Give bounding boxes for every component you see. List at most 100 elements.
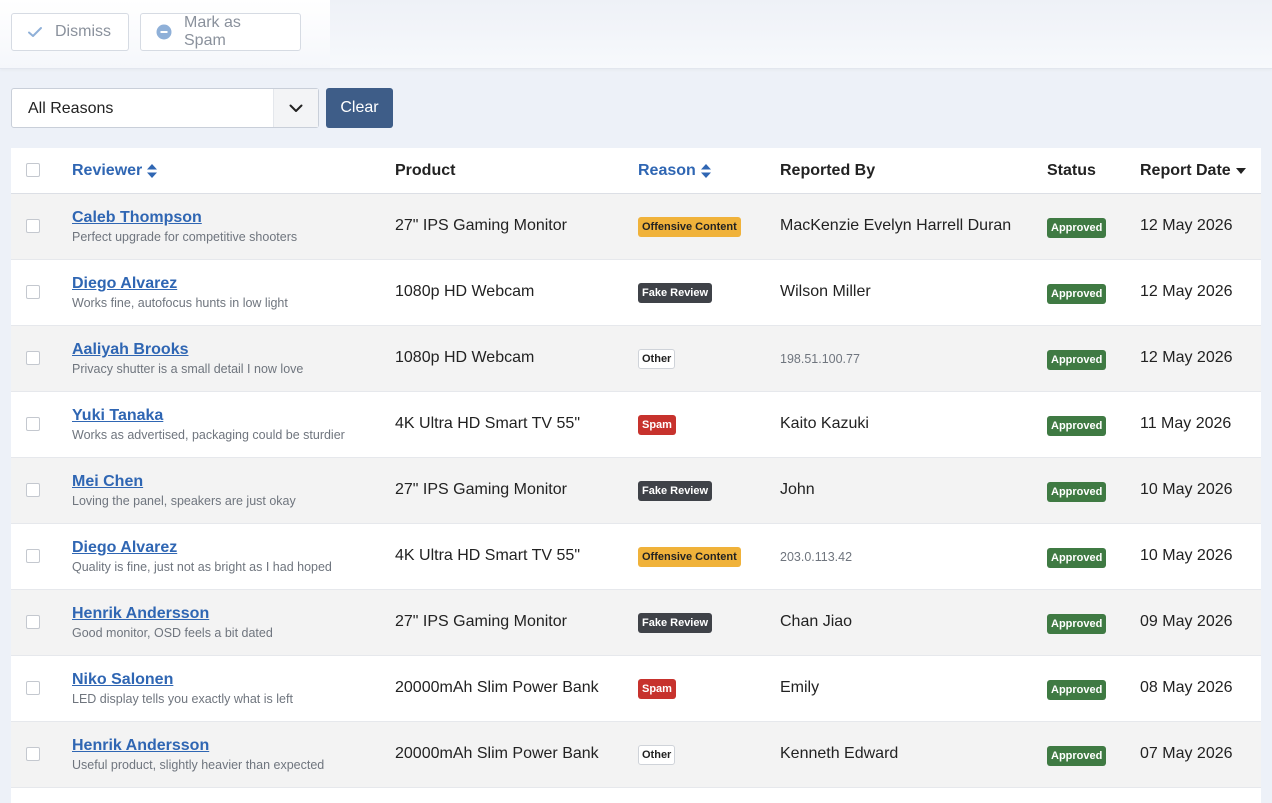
row-checkbox[interactable] xyxy=(26,549,40,563)
review-excerpt: Perfect upgrade for competitive shooters xyxy=(72,230,298,244)
report-date-header-label: Report Date xyxy=(1140,162,1231,179)
report-date: 09 May 2026 xyxy=(1140,613,1233,630)
reviewer-name-link[interactable]: Diego Alvarez xyxy=(72,274,288,294)
row-checkbox[interactable] xyxy=(26,483,40,497)
mark-as-spam-label: Mark as Spam xyxy=(184,14,241,49)
status-badge: Approved xyxy=(1047,614,1107,634)
row-checkbox[interactable] xyxy=(26,417,40,431)
product-name: 4K Ultra HD Smart TV 55" xyxy=(395,547,580,564)
status-badge: Approved xyxy=(1047,680,1107,700)
clear-filter-button[interactable]: Clear xyxy=(326,88,393,128)
row-checkbox[interactable] xyxy=(26,747,40,761)
reviewer-name-link[interactable]: Aaliyah Brooks xyxy=(72,340,303,360)
column-header-status: Status xyxy=(1047,162,1096,179)
reviewer-name-link[interactable]: Niko Salonen xyxy=(72,670,293,690)
table-row: Henrik Andersson Good monitor, OSD feels… xyxy=(11,590,1261,656)
reviewer-cell: Henrik Andersson Useful product, slightl… xyxy=(72,736,324,772)
product-name: 20000mAh Slim Power Bank xyxy=(395,679,599,696)
dismiss-label: Dismiss xyxy=(55,23,111,40)
review-excerpt: LED display tells you exactly what is le… xyxy=(72,692,293,706)
reviewer-cell: Henrik Andersson Good monitor, OSD feels… xyxy=(72,604,273,640)
report-date: 10 May 2026 xyxy=(1140,481,1233,498)
row-checkbox[interactable] xyxy=(26,219,40,233)
table-row xyxy=(11,788,1261,803)
reviewer-cell: Diego Alvarez Works fine, autofocus hunt… xyxy=(72,274,288,310)
reviewer-name-link[interactable]: Henrik Andersson xyxy=(72,604,273,624)
table-row: Henrik Andersson Useful product, slightl… xyxy=(11,722,1261,788)
reviewer-name-link[interactable]: Henrik Andersson xyxy=(72,736,324,756)
column-header-reviewer[interactable]: Reviewer xyxy=(72,162,158,180)
reported-by: MacKenzie Evelyn Harrell Duran xyxy=(780,217,1012,234)
table-header: Reviewer Product Reason Reported By Stat… xyxy=(11,148,1261,194)
table-row: Mei Chen Loving the panel, speakers are … xyxy=(11,458,1261,524)
reported-by: Chan Jiao xyxy=(780,613,853,630)
product-name: 27" IPS Gaming Monitor xyxy=(395,481,567,498)
review-excerpt: Works fine, autofocus hunts in low light xyxy=(72,296,288,310)
reported-by-ip: 198.51.100.77 xyxy=(780,352,860,366)
reviewer-cell: Aaliyah Brooks Privacy shutter is a smal… xyxy=(72,340,303,376)
minus-circle-icon xyxy=(156,24,172,40)
status-badge: Approved xyxy=(1047,350,1107,370)
status-badge: Approved xyxy=(1047,482,1107,502)
sort-desc-icon xyxy=(1235,167,1246,175)
product-name: 1080p HD Webcam xyxy=(395,349,535,366)
status-badge: Approved xyxy=(1047,218,1107,238)
reviewer-name-link[interactable]: Caleb Thompson xyxy=(72,208,297,228)
reported-by: Wilson Miller xyxy=(780,283,871,300)
table-row: Niko Salonen LED display tells you exact… xyxy=(11,656,1261,722)
toolbar-background xyxy=(330,0,1272,68)
sort-icon xyxy=(147,164,158,178)
report-date: 12 May 2026 xyxy=(1140,349,1233,366)
table-row: Diego Alvarez Works fine, autofocus hunt… xyxy=(11,260,1261,326)
row-checkbox[interactable] xyxy=(26,681,40,695)
select-all-checkbox[interactable] xyxy=(26,163,40,177)
report-date: 08 May 2026 xyxy=(1140,679,1233,696)
reviewer-cell: Caleb Thompson Perfect upgrade for compe… xyxy=(72,208,297,244)
row-checkbox[interactable] xyxy=(26,351,40,365)
column-header-reason[interactable]: Reason xyxy=(638,162,711,180)
status-badge: Approved xyxy=(1047,284,1107,304)
product-name: 1080p HD Webcam xyxy=(395,283,535,300)
reported-reviews-table: Reviewer Product Reason Reported By Stat… xyxy=(11,148,1261,803)
row-checkbox[interactable] xyxy=(26,615,40,629)
table-row: Caleb Thompson Perfect upgrade for compe… xyxy=(11,194,1261,260)
review-excerpt: Good monitor, OSD feels a bit dated xyxy=(72,626,273,640)
review-excerpt: Privacy shutter is a small detail I now … xyxy=(72,362,304,376)
reason-header-label: Reason xyxy=(638,162,696,179)
report-date: 11 May 2026 xyxy=(1140,415,1232,432)
review-excerpt: Useful product, slightly heavier than ex… xyxy=(72,758,325,772)
reason-badge: Other xyxy=(638,745,676,765)
product-name: 20000mAh Slim Power Bank xyxy=(395,745,599,762)
status-badge: Approved xyxy=(1047,746,1107,766)
reason-filter-value: All Reasons xyxy=(28,100,114,117)
report-date: 12 May 2026 xyxy=(1140,217,1233,234)
reviewer-name-link[interactable]: Yuki Tanaka xyxy=(72,406,345,426)
product-name: 27" IPS Gaming Monitor xyxy=(395,217,567,234)
reviewer-header-label: Reviewer xyxy=(72,162,143,179)
reviewer-name-link[interactable]: Diego Alvarez xyxy=(72,538,332,558)
table-row: Diego Alvarez Quality is fine, just not … xyxy=(11,524,1261,590)
reason-badge: Fake Review xyxy=(638,613,713,633)
reported-by-ip: 203.0.113.42 xyxy=(780,550,853,564)
column-header-product: Product xyxy=(395,162,456,179)
table-row: Yuki Tanaka Works as advertised, packagi… xyxy=(11,392,1261,458)
report-date: 10 May 2026 xyxy=(1140,547,1233,564)
reviewer-cell: Mei Chen Loving the panel, speakers are … xyxy=(72,472,296,508)
sort-icon xyxy=(700,164,711,178)
mark-as-spam-button[interactable]: Mark as Spam xyxy=(140,13,301,51)
status-badge: Approved xyxy=(1047,548,1107,568)
row-checkbox[interactable] xyxy=(26,285,40,299)
column-header-report-date[interactable]: Report Date xyxy=(1140,162,1246,180)
product-name: 4K Ultra HD Smart TV 55" xyxy=(395,415,580,432)
reviewer-cell: Diego Alvarez Quality is fine, just not … xyxy=(72,538,332,574)
table-row: Aaliyah Brooks Privacy shutter is a smal… xyxy=(11,326,1261,392)
reason-filter-select[interactable]: All Reasons xyxy=(11,88,319,128)
report-date: 07 May 2026 xyxy=(1140,745,1233,762)
bulk-action-toolbar: Dismiss Mark as Spam xyxy=(0,0,1272,69)
dismiss-button[interactable]: Dismiss xyxy=(11,13,129,51)
reason-badge: Offensive Content xyxy=(638,217,741,237)
reason-badge: Fake Review xyxy=(638,283,713,303)
reviewer-cell: Niko Salonen LED display tells you exact… xyxy=(72,670,293,706)
reviewer-name-link[interactable]: Mei Chen xyxy=(72,472,296,492)
column-header-reported-by: Reported By xyxy=(780,162,876,179)
